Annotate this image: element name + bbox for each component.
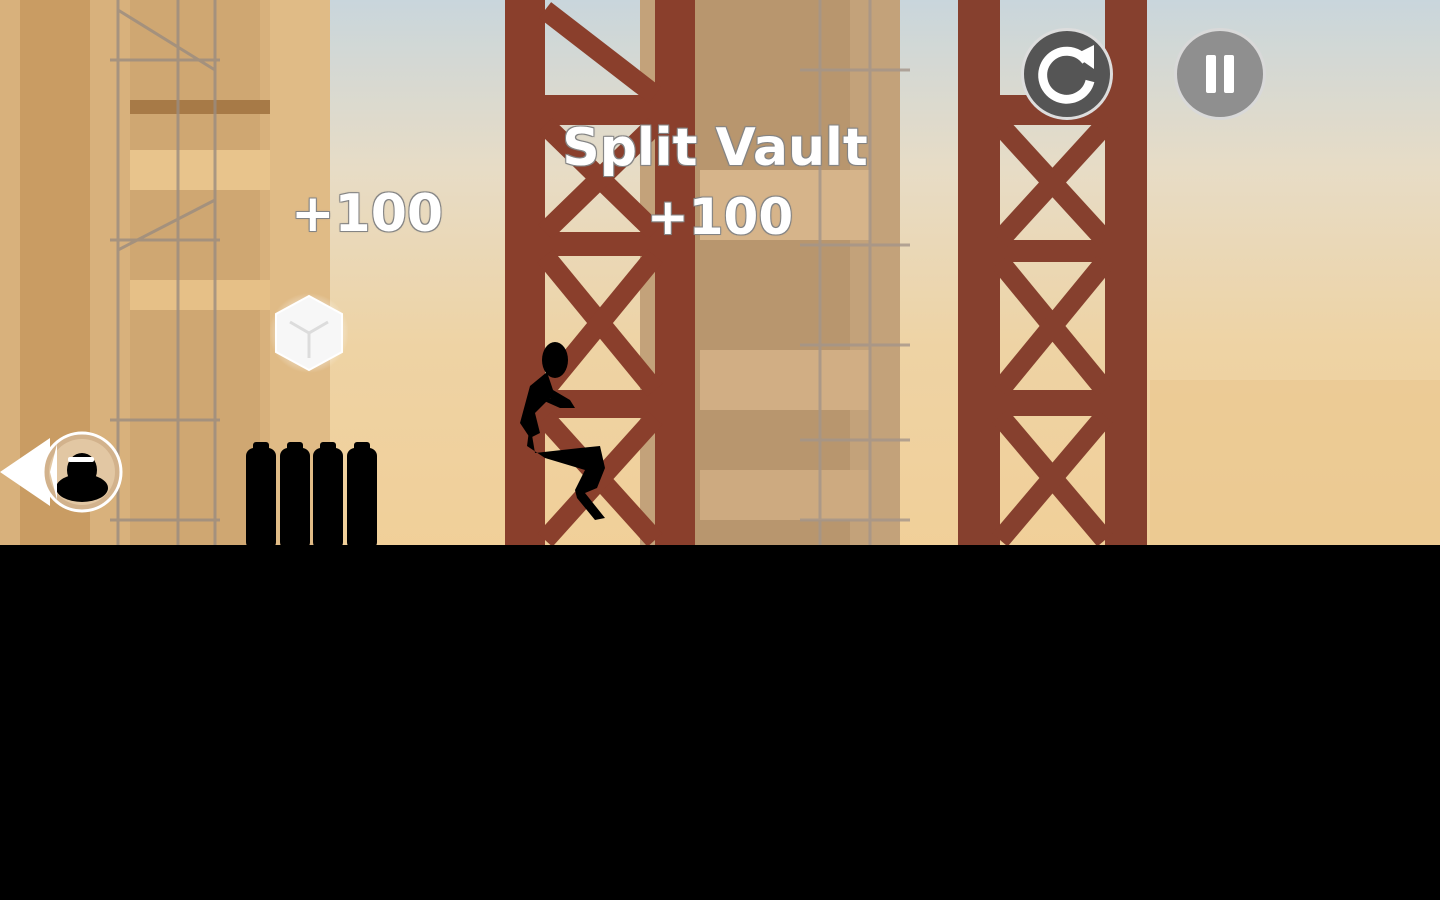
- player-runner: [520, 342, 605, 520]
- bonus-cube[interactable]: [270, 292, 348, 374]
- game-scene[interactable]: +100 Split Vault +100: [0, 0, 1440, 900]
- bonus-score-popup: +100: [290, 184, 444, 244]
- barrels-obstacle: [246, 442, 377, 550]
- pause-icon: [1206, 55, 1234, 93]
- pause-button[interactable]: [1174, 28, 1266, 120]
- chaser-indicator: [0, 431, 123, 513]
- trick-name-popup: Split Vault: [562, 118, 868, 178]
- restart-icon: [1038, 45, 1095, 104]
- restart-button[interactable]: [1021, 28, 1113, 120]
- trick-score-popup: +100: [646, 188, 794, 246]
- ground-silhouette: [0, 545, 1440, 900]
